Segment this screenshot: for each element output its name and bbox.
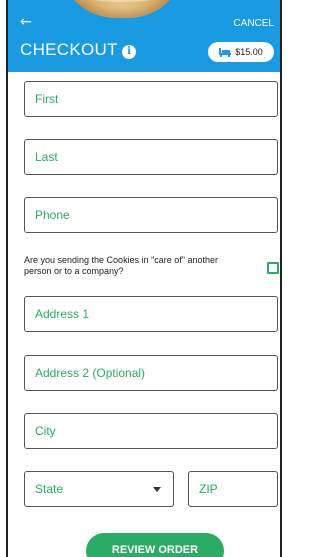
- checkout-screen: ← CANCEL CHECKOUT i $15.00 First Last Ph…: [6, 0, 282, 557]
- care-of-checkbox[interactable]: [267, 262, 279, 274]
- review-order-button[interactable]: REVIEW ORDER: [86, 533, 224, 557]
- checkout-header: ← CANCEL CHECKOUT i $15.00: [8, 0, 280, 72]
- phone-input[interactable]: Phone: [24, 197, 278, 233]
- city-placeholder: City: [35, 424, 56, 438]
- care-of-question: Are you sending the Cookies in "care of"…: [24, 255, 219, 276]
- zip-input[interactable]: ZIP: [188, 471, 278, 507]
- cookie-image: [58, 0, 186, 18]
- address1-input[interactable]: Address 1: [24, 296, 278, 332]
- first-name-input[interactable]: First: [24, 81, 278, 117]
- last-name-placeholder: Last: [35, 150, 58, 164]
- page-title: CHECKOUT: [20, 40, 118, 59]
- zip-placeholder: ZIP: [199, 482, 218, 496]
- cart-total-label: $15.00: [235, 47, 263, 57]
- address1-placeholder: Address 1: [35, 307, 90, 321]
- phone-placeholder: Phone: [35, 208, 70, 222]
- address2-input[interactable]: Address 2 (Optional): [24, 355, 278, 391]
- cart-total-button[interactable]: $15.00: [208, 42, 274, 62]
- chevron-down-icon: [153, 487, 161, 492]
- city-input[interactable]: City: [24, 413, 278, 449]
- first-name-placeholder: First: [35, 92, 59, 106]
- address2-placeholder: Address 2 (Optional): [35, 366, 146, 380]
- last-name-input[interactable]: Last: [24, 139, 278, 175]
- cancel-button[interactable]: CANCEL: [233, 18, 274, 29]
- state-placeholder: State: [35, 482, 64, 496]
- cart-icon: [219, 48, 232, 57]
- state-select[interactable]: State: [24, 471, 174, 507]
- arrow-left-icon[interactable]: ←: [20, 14, 32, 30]
- info-icon[interactable]: i: [122, 45, 136, 59]
